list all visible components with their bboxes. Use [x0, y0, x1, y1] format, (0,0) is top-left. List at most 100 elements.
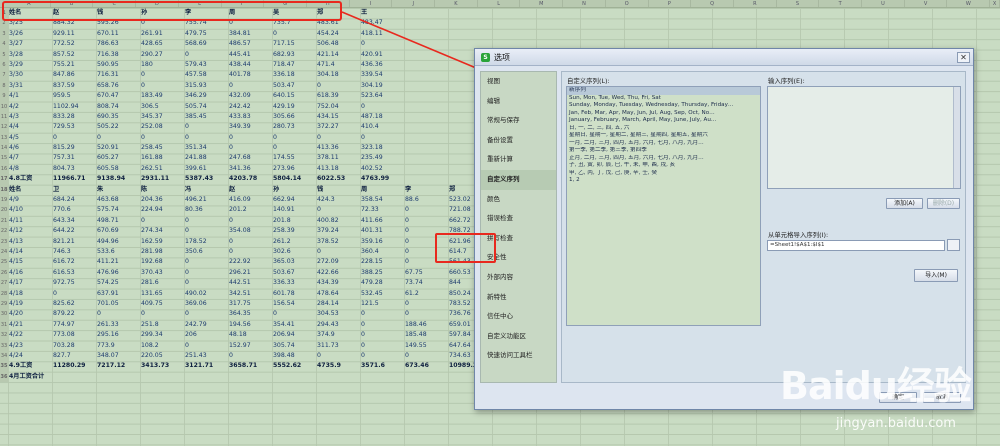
- column-header[interactable]: S: [777, 0, 820, 7]
- list-item[interactable]: 子, 丑, 寅, 卯, 辰, 巳, 午, 未, 申, 酉, 戌, 亥: [567, 162, 760, 170]
- cell[interactable]: 4/22: [9, 330, 51, 340]
- cell[interactable]: 4/1: [9, 91, 51, 101]
- cell[interactable]: 305.66: [273, 112, 315, 122]
- cell[interactable]: 0: [229, 237, 271, 247]
- cell[interactable]: 640.15: [273, 91, 315, 101]
- cell[interactable]: 0: [405, 299, 447, 309]
- column-header[interactable]: W: [947, 0, 991, 7]
- column-header[interactable]: N: [563, 0, 606, 7]
- cell[interactable]: 204.36: [141, 195, 183, 205]
- cell[interactable]: 336.18: [273, 70, 315, 80]
- cell[interactable]: 261.33: [97, 320, 139, 330]
- cell[interactable]: 赵: [229, 185, 271, 195]
- cell[interactable]: 729.53: [53, 122, 95, 132]
- row-number[interactable]: 25: [0, 257, 8, 268]
- cell[interactable]: 220.05: [141, 351, 183, 361]
- cell[interactable]: 0: [405, 216, 447, 226]
- cell[interactable]: 206.94: [273, 330, 315, 340]
- cell[interactable]: 4/11: [9, 216, 51, 226]
- cell[interactable]: 0: [273, 143, 315, 153]
- cell[interactable]: 503.67: [273, 268, 315, 278]
- cell[interactable]: 317.75: [229, 299, 271, 309]
- cell[interactable]: 294.43: [317, 320, 359, 330]
- cell[interactable]: 364.35: [229, 309, 271, 319]
- cell[interactable]: 304.19: [361, 81, 403, 91]
- cell[interactable]: 815.29: [53, 143, 95, 153]
- cell[interactable]: 88.6: [405, 195, 447, 205]
- row-number[interactable]: 10: [0, 101, 8, 112]
- cell[interactable]: 637.91: [97, 289, 139, 299]
- cell[interactable]: 433.83: [229, 112, 271, 122]
- cell[interactable]: 378.52: [317, 237, 359, 247]
- cell[interactable]: 4/7: [9, 153, 51, 163]
- cell[interactable]: 183.49: [141, 91, 183, 101]
- list-item[interactable]: Sun, Mon, Tue, Wed, Thu, Fri, Sat: [567, 95, 760, 103]
- cell[interactable]: 299.34: [141, 330, 183, 340]
- cell[interactable]: 206: [185, 330, 227, 340]
- cell[interactable]: 770.6: [53, 205, 95, 215]
- cell[interactable]: 786.63: [97, 39, 139, 49]
- nav-item[interactable]: 颜色: [481, 190, 556, 210]
- nav-item[interactable]: 自定义序列: [481, 169, 556, 190]
- cell[interactable]: 457.58: [185, 70, 227, 80]
- cell[interactable]: 420.91: [361, 50, 403, 60]
- cell[interactable]: 616.53: [53, 268, 95, 278]
- cell[interactable]: 152.97: [229, 341, 271, 351]
- cell[interactable]: 0: [317, 247, 359, 257]
- cell[interactable]: 476.96: [97, 268, 139, 278]
- cell[interactable]: 532.45: [361, 289, 403, 299]
- list-entries-input[interactable]: [767, 86, 961, 189]
- cell[interactable]: 钱: [317, 185, 359, 195]
- cell[interactable]: 416.09: [229, 195, 271, 205]
- cell[interactable]: 804.73: [53, 164, 95, 174]
- cell[interactable]: 398.48: [273, 351, 315, 361]
- cell[interactable]: 3121.71: [185, 361, 227, 371]
- row-number[interactable]: 21: [0, 215, 8, 227]
- cell[interactable]: 0: [185, 309, 227, 319]
- cell[interactable]: 3/26: [9, 29, 51, 39]
- nav-item[interactable]: 视图: [481, 72, 556, 92]
- cell[interactable]: 746.3: [53, 247, 95, 257]
- cell[interactable]: 305.74: [273, 341, 315, 351]
- cell[interactable]: 601.78: [273, 289, 315, 299]
- cell[interactable]: 0: [273, 309, 315, 319]
- cell[interactable]: 4735.9: [317, 361, 359, 371]
- nav-item[interactable]: 错误检查: [481, 209, 556, 229]
- cell[interactable]: 0: [141, 216, 183, 226]
- cell[interactable]: 757.31: [53, 153, 95, 163]
- cell[interactable]: 280.73: [273, 122, 315, 132]
- cell[interactable]: 503.47: [273, 81, 315, 91]
- cell[interactable]: 0: [317, 133, 359, 143]
- row-number[interactable]: 33: [0, 340, 8, 351]
- cell[interactable]: 4/12: [9, 226, 51, 236]
- cell[interactable]: 0: [273, 29, 315, 39]
- cell[interactable]: 379.24: [317, 226, 359, 236]
- cell[interactable]: 4/20: [9, 309, 51, 319]
- cell[interactable]: 262.51: [141, 164, 183, 174]
- cell[interactable]: 605.27: [97, 153, 139, 163]
- column-header[interactable]: R: [734, 0, 777, 7]
- cell[interactable]: 605.58: [97, 164, 139, 174]
- cell[interactable]: 409.75: [141, 299, 183, 309]
- cell[interactable]: 413.18: [317, 164, 359, 174]
- cell[interactable]: 4.9工资: [9, 361, 51, 371]
- column-header[interactable]: J: [392, 0, 436, 7]
- cell[interactable]: 2931.11: [141, 174, 183, 184]
- cell[interactable]: 周: [361, 185, 403, 195]
- row-number[interactable]: 14: [0, 143, 8, 154]
- cell[interactable]: 274.34: [141, 226, 183, 236]
- cell[interactable]: 235.49: [361, 153, 403, 163]
- cell[interactable]: 0: [229, 143, 271, 153]
- cell[interactable]: 972.75: [53, 278, 95, 288]
- nav-item[interactable]: 备份设置: [481, 131, 556, 151]
- cell[interactable]: 752.04: [317, 102, 359, 112]
- cell[interactable]: 302.6: [273, 247, 315, 257]
- cell[interactable]: 3/29: [9, 60, 51, 70]
- row-number[interactable]: 5: [0, 49, 8, 60]
- cell[interactable]: 350.6: [185, 247, 227, 257]
- nav-item[interactable]: 信任中心: [481, 307, 556, 327]
- cell[interactable]: 201.8: [273, 216, 315, 226]
- cell[interactable]: 4/13: [9, 237, 51, 247]
- cell[interactable]: 3571.6: [361, 361, 403, 371]
- cell[interactable]: 1102.94: [53, 102, 95, 112]
